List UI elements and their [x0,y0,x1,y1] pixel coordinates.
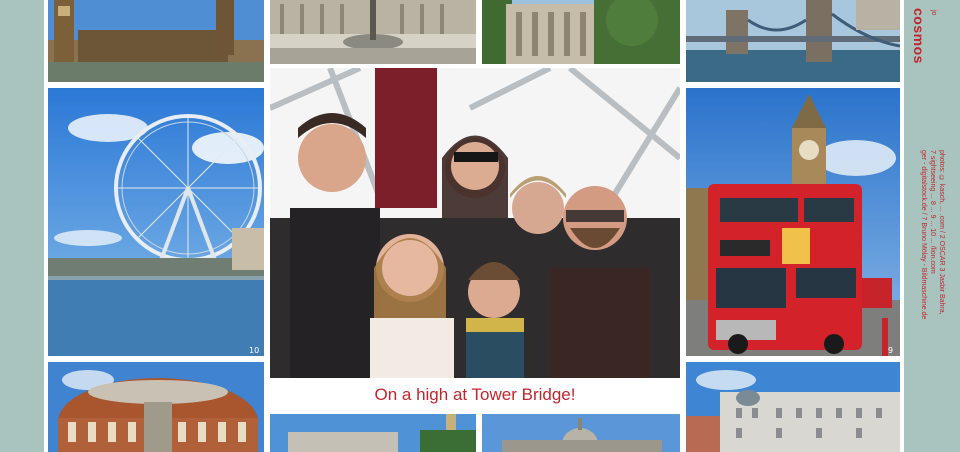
credits-line: photos: © kasch, ... .com / 2 OSCAR 3 Ja… [938,150,945,315]
credits-line: 7 sightseeing ... 8 ... 9 ... 10 ... /li… [929,150,936,274]
photo-buckingham-palace [270,414,476,452]
photo-tower-bridge [686,0,900,82]
photo-london-eye [48,88,264,356]
photo-piccadilly-buildings [686,362,900,452]
photo-royal-albert-hall [48,362,264,452]
photo-caption: On a high at Tower Bridge! [374,385,576,404]
photo-number-badge: 9 [888,346,894,355]
photo-family-selfie [270,68,680,378]
photo-big-ben-red-bus [686,88,900,356]
photo-credits: photos: © kasch, ... .com / 2 OSCAR 3 Ja… [906,150,946,440]
photo-trafalgar-square [270,0,476,64]
photo-st-pauls-cathedral [482,414,680,452]
brand-logo-text: cosmos [911,8,927,64]
photo-westminster-abbey [482,0,680,64]
credits-line: ger - digitalstock.de / 7 Bruno Mölay - … [920,150,927,320]
brand-subtext: jo [930,10,937,16]
photo-big-ben-parliament [48,0,264,82]
photo-number-badge: 10 [249,346,260,355]
